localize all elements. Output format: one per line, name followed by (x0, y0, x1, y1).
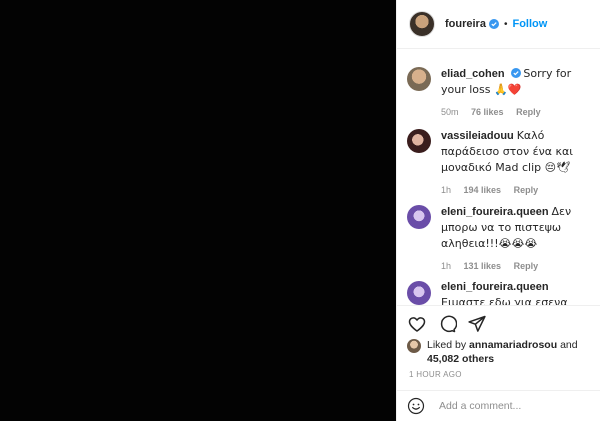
post-header: foureira • Follow (397, 0, 600, 49)
post-time[interactable]: 1 HOUR AGO (409, 370, 462, 379)
add-comment-bar (397, 390, 600, 421)
comment-username[interactable]: vassileiadouu (441, 130, 514, 142)
commenter-avatar[interactable] (407, 281, 431, 305)
comment-likes[interactable]: 194 likes (464, 185, 502, 195)
liked-by-text: Liked by annamariadrosou and 45,082 othe… (427, 338, 594, 366)
comment-meta: 1h 194 likes Reply (441, 183, 594, 198)
comment: eleni_foureira.queen Ειμαστε εδω για εσε… (407, 280, 594, 305)
post-actions-bar (397, 305, 600, 341)
liked-by: Liked by annamariadrosou and 45,082 othe… (407, 338, 594, 366)
commenter-avatar[interactable] (407, 67, 431, 91)
reply-button[interactable]: Reply (514, 261, 539, 271)
post-media[interactable] (0, 0, 396, 421)
liked-by-and: and (560, 339, 578, 351)
comment: vassileiadouu Καλό παράδεισο στον ένα κα… (407, 128, 594, 198)
likes-count[interactable]: 45,082 others (427, 353, 494, 365)
comment-text: Ειμαστε εδω για εσενα Ελενη!! Για να σε (441, 296, 568, 305)
liker-username[interactable]: annamariadrosou (469, 339, 557, 351)
verified-badge-icon (488, 19, 499, 29)
comment-meta: 50m 76 likes Reply (441, 105, 594, 120)
emoji-icon[interactable] (407, 397, 425, 415)
comment-username[interactable]: eleni_foureira.queen (441, 281, 549, 293)
comment-time[interactable]: 1h (441, 185, 451, 195)
comment-body: eliad_cohen Sorry for your loss 🙏❤️ 50m … (441, 66, 594, 120)
comment-input[interactable] (437, 399, 581, 413)
reply-button[interactable]: Reply (514, 185, 539, 195)
comment: eleni_foureira.queen Δεν μπορω να το πισ… (407, 204, 594, 274)
commenter-avatar[interactable] (407, 129, 431, 153)
comment-body: eleni_foureira.queen Δεν μπορω να το πισ… (441, 204, 594, 274)
comment-body: vassileiadouu Καλό παράδεισο στον ένα κα… (441, 128, 594, 198)
comment-username[interactable]: eliad_cohen (441, 68, 505, 80)
liked-by-prefix: Liked by (427, 339, 467, 351)
separator-dot: • (503, 18, 508, 30)
comment-username[interactable]: eleni_foureira.queen (441, 206, 549, 218)
share-icon[interactable] (467, 314, 487, 334)
verified-badge-icon (510, 68, 521, 78)
reply-button[interactable]: Reply (516, 107, 541, 117)
comments-list: eliad_cohen Sorry for your loss 🙏❤️ 50m … (397, 49, 600, 305)
heart-icon[interactable] (407, 314, 427, 334)
commenter-avatar[interactable] (407, 205, 431, 229)
liker-avatar[interactable] (407, 339, 421, 353)
comment-likes[interactable]: 131 likes (464, 261, 502, 271)
comment-body: eleni_foureira.queen Ειμαστε εδω για εσε… (441, 280, 594, 305)
follow-button[interactable]: Follow (512, 18, 547, 30)
comment: eliad_cohen Sorry for your loss 🙏❤️ 50m … (407, 66, 594, 120)
account-avatar[interactable] (409, 11, 435, 37)
comment-likes[interactable]: 76 likes (471, 107, 504, 117)
comment-time[interactable]: 1h (441, 261, 451, 271)
account-username[interactable]: foureira (445, 18, 486, 30)
post-side-panel: foureira • Follow eliad_cohen Sorry for … (396, 0, 600, 421)
comment-meta: 1h 131 likes Reply (441, 259, 594, 274)
comment-time[interactable]: 50m (441, 107, 459, 117)
comment-icon[interactable] (437, 314, 457, 334)
